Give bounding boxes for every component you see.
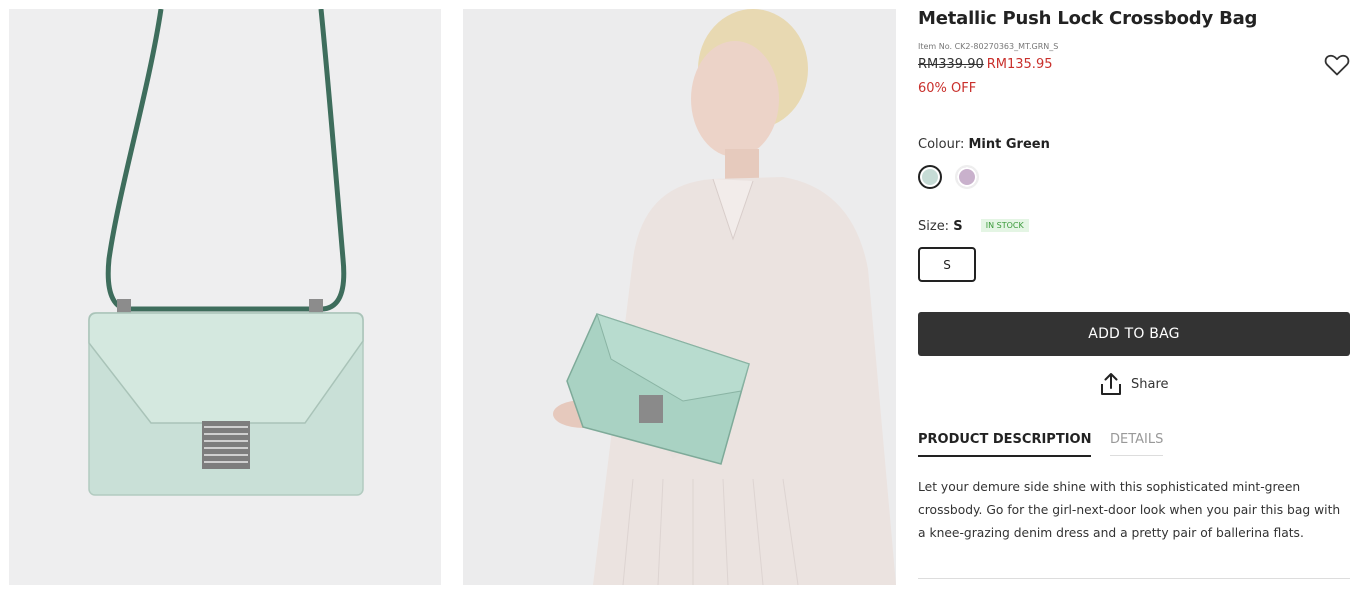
share-button[interactable]: Share	[1100, 372, 1169, 396]
add-to-bag-button[interactable]: ADD TO BAG	[918, 312, 1350, 356]
colour-swatch-lilac[interactable]	[955, 165, 979, 189]
product-image-bag[interactable]	[9, 9, 441, 585]
selected-colour: Mint Green	[968, 137, 1050, 152]
tab-product-description[interactable]: PRODUCT DESCRIPTION	[918, 432, 1092, 457]
stock-badge: IN STOCK	[980, 219, 1029, 232]
share-label: Share	[1131, 376, 1169, 392]
sale-price: RM135.95	[986, 57, 1053, 72]
size-label: Size:	[918, 219, 950, 234]
model-illustration	[463, 9, 896, 585]
product-image-model[interactable]	[463, 9, 896, 585]
colour-label: Colour:	[918, 137, 965, 152]
share-icon	[1101, 373, 1121, 395]
product-description-text: Let your demure side shine with this sop…	[918, 480, 1341, 540]
size-option-s[interactable]: S	[918, 247, 976, 282]
selected-size: S	[953, 219, 963, 234]
heart-icon	[1324, 54, 1350, 76]
wishlist-button[interactable]	[1324, 53, 1350, 77]
original-price: RM339.90	[918, 57, 984, 72]
product-info-panel: Metallic Push Lock Crossbody Bag Item No…	[918, 0, 1350, 594]
size-label-row: Size: S IN STOCK	[918, 219, 1029, 234]
bag-illustration	[9, 9, 441, 585]
section-divider	[918, 578, 1350, 579]
price-block: RM339.90 RM135.95	[918, 57, 1053, 72]
tab-details[interactable]: DETAILS	[1110, 432, 1164, 456]
colour-label-row: Colour: Mint Green	[918, 137, 1050, 152]
item-number: Item No. CK2-80270363_MT.GRN_S	[918, 42, 1059, 51]
colour-swatch-mint-green[interactable]	[918, 165, 942, 189]
discount-label: 60% OFF	[918, 81, 977, 96]
product-title: Metallic Push Lock Crossbody Bag	[918, 8, 1258, 29]
